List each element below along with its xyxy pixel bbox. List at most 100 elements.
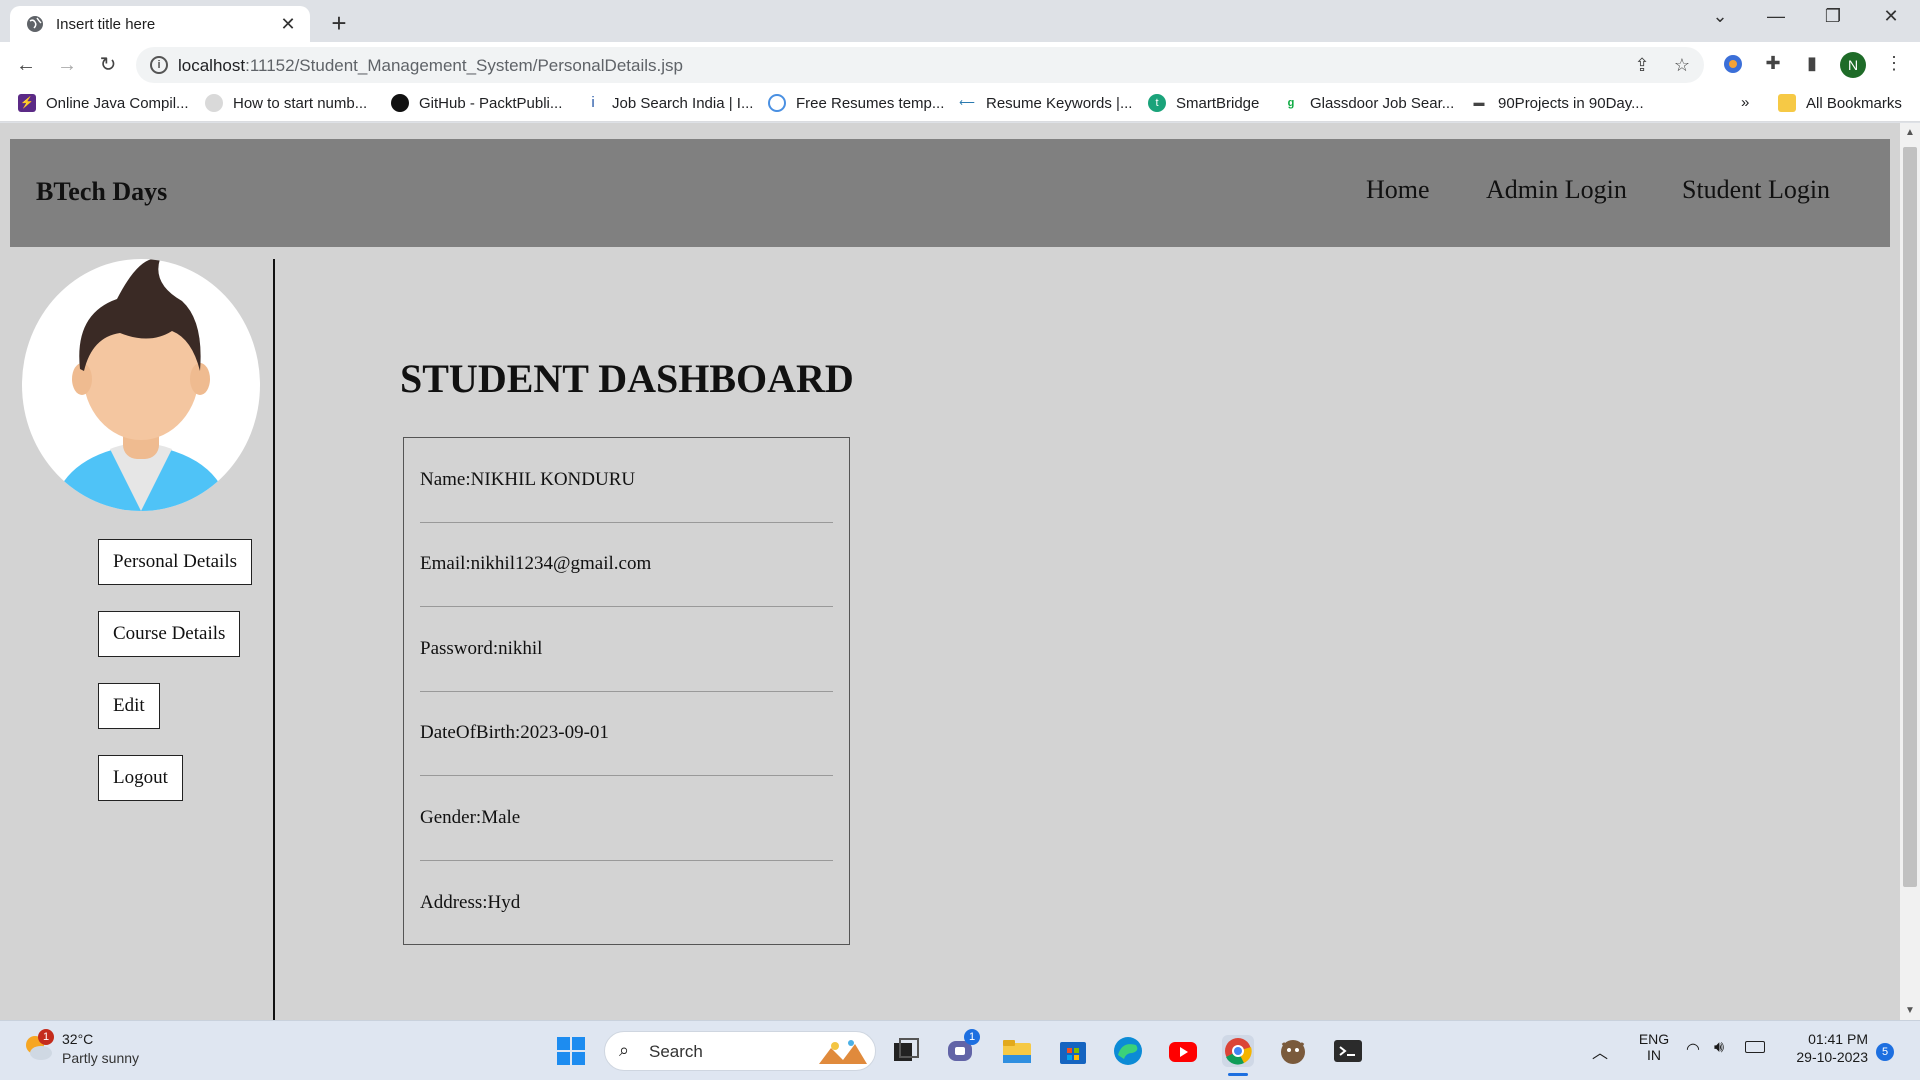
bookmark-item[interactable]: t SmartBridge	[1148, 94, 1259, 112]
url-path: :11152/Student_Management_System/Persona…	[245, 56, 683, 75]
bookmark-label: SmartBridge	[1176, 94, 1260, 112]
vertical-scrollbar[interactable]: ▲ ▼	[1900, 123, 1920, 1020]
page-body: BTech Days Home Admin Login Student Logi…	[0, 123, 1900, 1020]
tray-overflow-icon[interactable]: ︿	[1592, 1039, 1608, 1063]
bookmarks-overflow-icon[interactable]: »	[1741, 94, 1749, 111]
bookmark-label: Online Java Compil...	[46, 94, 189, 112]
bookmarks-bar: ⚡ Online Java Compil... How to start numb…	[0, 88, 1920, 122]
tab-strip: Insert title here ✕ + ⌄ — ❐ ✕	[0, 0, 1920, 42]
tab-search-icon[interactable]: ⌄	[1700, 6, 1740, 27]
language-indicator[interactable]: ENG IN	[1636, 1031, 1672, 1063]
bookmark-item[interactable]: ⚡ Online Java Compil...	[18, 94, 189, 112]
extensions-puzzle-icon[interactable]: ✚	[1761, 53, 1785, 77]
share-icon[interactable]: ⇪	[1631, 55, 1653, 77]
search-icon: ⌕	[619, 1040, 630, 1060]
bookmark-item[interactable]: Free Resumes temp...	[768, 94, 944, 112]
battery-icon[interactable]	[1745, 1041, 1765, 1053]
region-code: IN	[1647, 1047, 1661, 1063]
projects-icon: ▬	[1473, 97, 1485, 109]
weather-badge: 1	[38, 1029, 54, 1045]
forward-icon[interactable]: →	[53, 51, 81, 79]
taskbar-search[interactable]: ⌕ Search	[604, 1031, 876, 1071]
reload-icon[interactable]: ↻	[94, 51, 122, 79]
tomcat-app-icon[interactable]	[1277, 1035, 1309, 1067]
clock-date: 29-10-2023	[1796, 1049, 1868, 1065]
indeed-icon: i	[591, 94, 595, 111]
scroll-up-icon[interactable]: ▲	[1905, 127, 1915, 138]
weather-temp: 32°C	[62, 1031, 94, 1047]
scroll-down-icon[interactable]: ▼	[1905, 1005, 1915, 1016]
detail-name: Name:NIKHIL KONDURU	[420, 438, 833, 523]
bookmark-label: Resume Keywords |...	[986, 94, 1133, 112]
close-tab-icon[interactable]: ✕	[278, 14, 298, 35]
bookmark-label: How to start numb...	[233, 94, 368, 112]
personal-details-button[interactable]: Personal Details	[98, 539, 253, 585]
bookmark-label: Job Search India | I...	[612, 94, 754, 112]
minimize-icon[interactable]: —	[1756, 6, 1796, 27]
new-tab-button[interactable]: +	[325, 8, 353, 39]
all-bookmarks-item[interactable]: All Bookmarks	[1778, 94, 1902, 112]
folder-icon	[1778, 94, 1796, 112]
close-window-icon[interactable]: ✕	[1871, 6, 1911, 27]
microsoft-store-icon[interactable]	[1057, 1035, 1089, 1067]
detail-dob: DateOfBirth:2023-09-01	[420, 692, 833, 776]
windows-start-icon[interactable]	[555, 1035, 587, 1067]
bookmark-item[interactable]: g Glassdoor Job Sear...	[1282, 94, 1455, 112]
bookmark-item[interactable]: ▬ 90Projects in 90Day...	[1470, 94, 1644, 112]
wifi-icon[interactable]: ◠	[1686, 1039, 1700, 1059]
bookmark-item[interactable]: ⟵ Resume Keywords |...	[958, 94, 1132, 112]
detail-address: Address:Hyd	[420, 891, 521, 913]
edit-button[interactable]: Edit	[98, 683, 160, 729]
teams-badge: 1	[964, 1029, 980, 1045]
bookmark-item[interactable]: GitHub - PacktPubli...	[391, 94, 562, 112]
student-avatar	[22, 259, 260, 511]
browser-tab[interactable]: Insert title here ✕	[10, 6, 310, 42]
restore-icon[interactable]: ❐	[1813, 6, 1853, 27]
chrome-icon[interactable]	[1222, 1035, 1254, 1076]
nav-link-admin-login[interactable]: Admin Login	[1486, 175, 1627, 205]
page-viewport: BTech Days Home Admin Login Student Logi…	[0, 123, 1920, 1020]
bookmark-label: Glassdoor Job Sear...	[1310, 94, 1455, 112]
file-explorer-icon[interactable]	[1001, 1035, 1033, 1067]
menu-kebab-icon[interactable]: ⋮	[1882, 53, 1906, 77]
bookmark-item[interactable]: i Job Search India | I...	[584, 94, 753, 112]
course-details-button[interactable]: Course Details	[98, 611, 241, 657]
site-header: BTech Days Home Admin Login Student Logi…	[10, 139, 1890, 247]
nav-link-student-login[interactable]: Student Login	[1682, 175, 1830, 205]
side-panel-icon[interactable]: ▮	[1800, 53, 1824, 77]
search-label: Search	[649, 1042, 703, 1061]
site-info-icon[interactable]: i	[150, 56, 168, 74]
teams-chat-icon[interactable]: 1	[946, 1029, 980, 1067]
weather-widget[interactable]: 1 32°C Partly sunny	[22, 1029, 139, 1066]
active-app-indicator	[1228, 1073, 1248, 1076]
detail-email: Email:nikhil1234@gmail.com	[420, 523, 833, 607]
globe-icon	[27, 16, 43, 32]
address-bar[interactable]: i localhost:11152/Student_Management_Sys…	[136, 47, 1704, 83]
github-icon	[391, 94, 409, 112]
back-icon[interactable]: ←	[12, 51, 40, 79]
scrollbar-thumb[interactable]	[1903, 147, 1917, 887]
site-brand[interactable]: BTech Days	[36, 177, 167, 207]
terminal-icon[interactable]	[1332, 1035, 1364, 1067]
logout-button[interactable]: Logout	[98, 755, 183, 801]
browser-toolbar: ← → ↻ i localhost:11152/Student_Manageme…	[0, 42, 1920, 88]
bookmark-star-icon[interactable]: ☆	[1671, 55, 1693, 77]
glassdoor-icon: g	[1287, 97, 1295, 109]
task-view-icon[interactable]	[890, 1035, 922, 1067]
notification-count-badge[interactable]: 5	[1876, 1043, 1894, 1061]
edge-browser-icon[interactable]	[1112, 1035, 1144, 1067]
bookmark-item[interactable]: How to start numb...	[205, 94, 367, 112]
clock[interactable]: 01:41 PM 29-10-2023	[1782, 1031, 1868, 1065]
personal-details-card: Name:NIKHIL KONDURU Email:nikhil1234@gma…	[403, 437, 850, 945]
page-title: STUDENT DASHBOARD	[400, 356, 854, 401]
nav-link-home[interactable]: Home	[1366, 175, 1430, 205]
url-text[interactable]: localhost:11152/Student_Management_Syste…	[178, 56, 683, 76]
site-icon	[205, 94, 223, 112]
volume-icon[interactable]: 🔊︎	[1714, 1039, 1724, 1057]
extension-circle-icon[interactable]	[1721, 53, 1745, 77]
language-code: ENG	[1638, 1031, 1670, 1047]
url-host: localhost	[178, 56, 246, 75]
profile-avatar[interactable]: N	[1840, 52, 1866, 78]
youtube-icon[interactable]	[1167, 1035, 1199, 1067]
smartbridge-icon: t	[1148, 94, 1166, 112]
